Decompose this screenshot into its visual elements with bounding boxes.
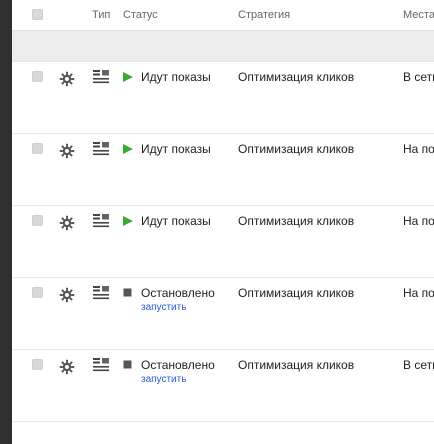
strategy-text: Оптимизация кликов: [238, 70, 355, 84]
strategy-text: Оптимизация кликов: [238, 214, 355, 228]
places-text: На по: [403, 286, 434, 300]
group-header-row: [12, 30, 434, 62]
table-row: Идут показы Оптимизация кликов На по: [12, 134, 434, 206]
play-icon: [123, 143, 133, 154]
gear-icon[interactable]: [59, 143, 75, 159]
status-text: Идут показы: [141, 214, 211, 228]
table-row: Остановлено запустить Оптимизация кликов На…: [12, 278, 434, 350]
column-header-status[interactable]: Статус: [123, 9, 158, 21]
places-text: В сети: [403, 358, 434, 372]
select-all-checkbox[interactable]: [32, 9, 43, 20]
gear-icon[interactable]: [59, 287, 75, 303]
campaigns-table: Тип Статус Стратегия Места Идут показы Оп…: [12, 0, 434, 444]
gear-icon[interactable]: [59, 215, 75, 231]
column-header-strategy[interactable]: Стратегия: [238, 9, 290, 21]
places-text: На по: [403, 142, 434, 156]
gear-icon[interactable]: [59, 71, 75, 87]
status-text: Остановлено: [141, 286, 215, 300]
stop-icon: [123, 359, 133, 369]
row-checkbox[interactable]: [32, 287, 43, 298]
table-row: Остановлено запустить Оптимизация кликов В …: [12, 350, 434, 422]
row-checkbox[interactable]: [32, 143, 43, 154]
text-ad-icon: [93, 70, 109, 84]
status-text: Идут показы: [141, 70, 211, 84]
play-icon: [123, 71, 133, 82]
places-text: На по: [403, 214, 434, 228]
text-ad-icon: [93, 142, 109, 156]
row-checkbox[interactable]: [32, 215, 43, 226]
places-text: В сети: [403, 70, 434, 84]
status-text: Остановлено: [141, 358, 215, 372]
stop-icon: [123, 287, 133, 297]
table-row: Идут показы Оптимизация кликов В сети: [12, 62, 434, 134]
column-header-type[interactable]: Тип: [92, 9, 110, 21]
row-checkbox[interactable]: [32, 71, 43, 82]
table-header: Тип Статус Стратегия Места: [12, 0, 434, 30]
strategy-text: Оптимизация кликов: [238, 358, 355, 372]
start-link[interactable]: запустить: [141, 302, 186, 313]
column-header-places[interactable]: Места: [403, 9, 434, 21]
row-checkbox[interactable]: [32, 359, 43, 370]
table-row: Идут показы Оптимизация кликов На по: [12, 206, 434, 278]
text-ad-icon: [93, 358, 109, 372]
text-ad-icon: [93, 286, 109, 300]
start-link[interactable]: запустить: [141, 374, 186, 385]
play-icon: [123, 215, 133, 226]
strategy-text: Оптимизация кликов: [238, 142, 355, 156]
strategy-text: Оптимизация кликов: [238, 286, 355, 300]
gear-icon[interactable]: [59, 359, 75, 375]
status-text: Идут показы: [141, 142, 211, 156]
text-ad-icon: [93, 214, 109, 228]
